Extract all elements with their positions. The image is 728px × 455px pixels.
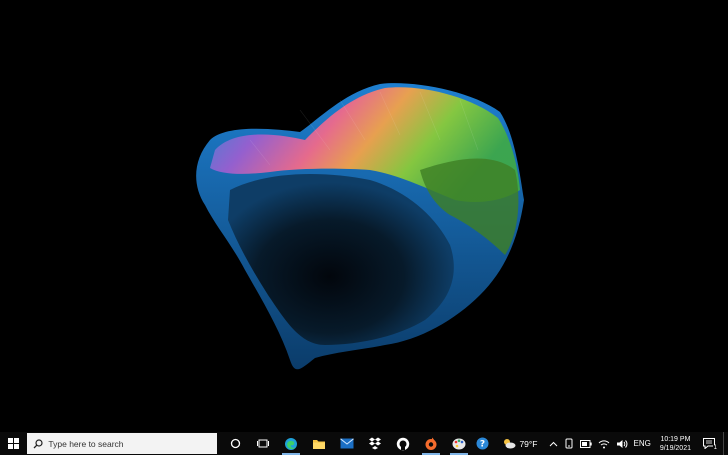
- help-icon: ?: [476, 437, 489, 450]
- mail-icon: [340, 438, 355, 449]
- taskbar-app-file-explorer[interactable]: [305, 432, 333, 455]
- search-placeholder: Type here to search: [48, 438, 124, 449]
- taskbar: Type here to search ? 79°F ENG 10:19 PM …: [0, 432, 728, 455]
- search-icon: [33, 438, 44, 448]
- paint-icon: [452, 438, 466, 449]
- taskbar-app-edge[interactable]: [277, 432, 305, 455]
- show-desktop-button[interactable]: [723, 432, 728, 455]
- taskbar-app-github-desktop[interactable]: [389, 432, 417, 455]
- battery-icon: [579, 439, 592, 448]
- taskbar-app-mail[interactable]: [333, 432, 361, 455]
- partly-sunny-icon: [504, 439, 516, 449]
- windows-logo-icon: [8, 438, 20, 449]
- file-explorer-icon: [313, 439, 326, 449]
- network-button[interactable]: [595, 432, 613, 455]
- dropbox-icon: [369, 437, 382, 450]
- weather-temperature: 79°F: [519, 438, 538, 449]
- task-view-icon: [257, 439, 270, 448]
- weather-widget[interactable]: 79°F: [492, 432, 540, 455]
- taskbar-app-origin[interactable]: [417, 432, 445, 455]
- wifi-icon: [598, 439, 609, 448]
- device-icon: [565, 438, 572, 449]
- clock-time: 10:19 PM: [660, 435, 691, 443]
- taskbar-app-dropbox[interactable]: [361, 432, 389, 455]
- task-view-button[interactable]: [249, 432, 277, 455]
- language-indicator[interactable]: ENG: [631, 432, 654, 455]
- volume-button[interactable]: [613, 432, 631, 455]
- show-hidden-icons-button[interactable]: [541, 432, 561, 455]
- desktop: [0, 0, 728, 432]
- chevron-up-icon: [549, 441, 557, 446]
- language-label: ENG: [633, 439, 651, 448]
- edge-icon: [285, 437, 298, 450]
- notification-center-button[interactable]: 1: [697, 432, 721, 455]
- notification-count: 1: [712, 445, 718, 452]
- taskbar-app-paint[interactable]: [445, 432, 473, 455]
- battery-button[interactable]: [577, 432, 595, 455]
- start-button[interactable]: [0, 432, 27, 455]
- clock-date: 9/19/2021: [659, 444, 691, 452]
- tray-app-button[interactable]: [561, 432, 577, 455]
- origin-icon: [425, 437, 437, 450]
- speaker-icon: [616, 439, 627, 448]
- github-desktop-icon: [397, 437, 410, 450]
- svg-text:?: ?: [480, 440, 485, 450]
- wallpaper-abstract-shape: [196, 83, 524, 370]
- clock[interactable]: 10:19 PM 9/19/2021: [654, 432, 697, 455]
- system-tray: ? 79°F ENG 10:19 PM 9/19/2021 1: [473, 432, 728, 455]
- search-box[interactable]: Type here to search: [27, 433, 218, 454]
- help-button[interactable]: ?: [473, 432, 492, 455]
- cortana-button[interactable]: [221, 432, 249, 455]
- cortana-icon: [230, 438, 241, 449]
